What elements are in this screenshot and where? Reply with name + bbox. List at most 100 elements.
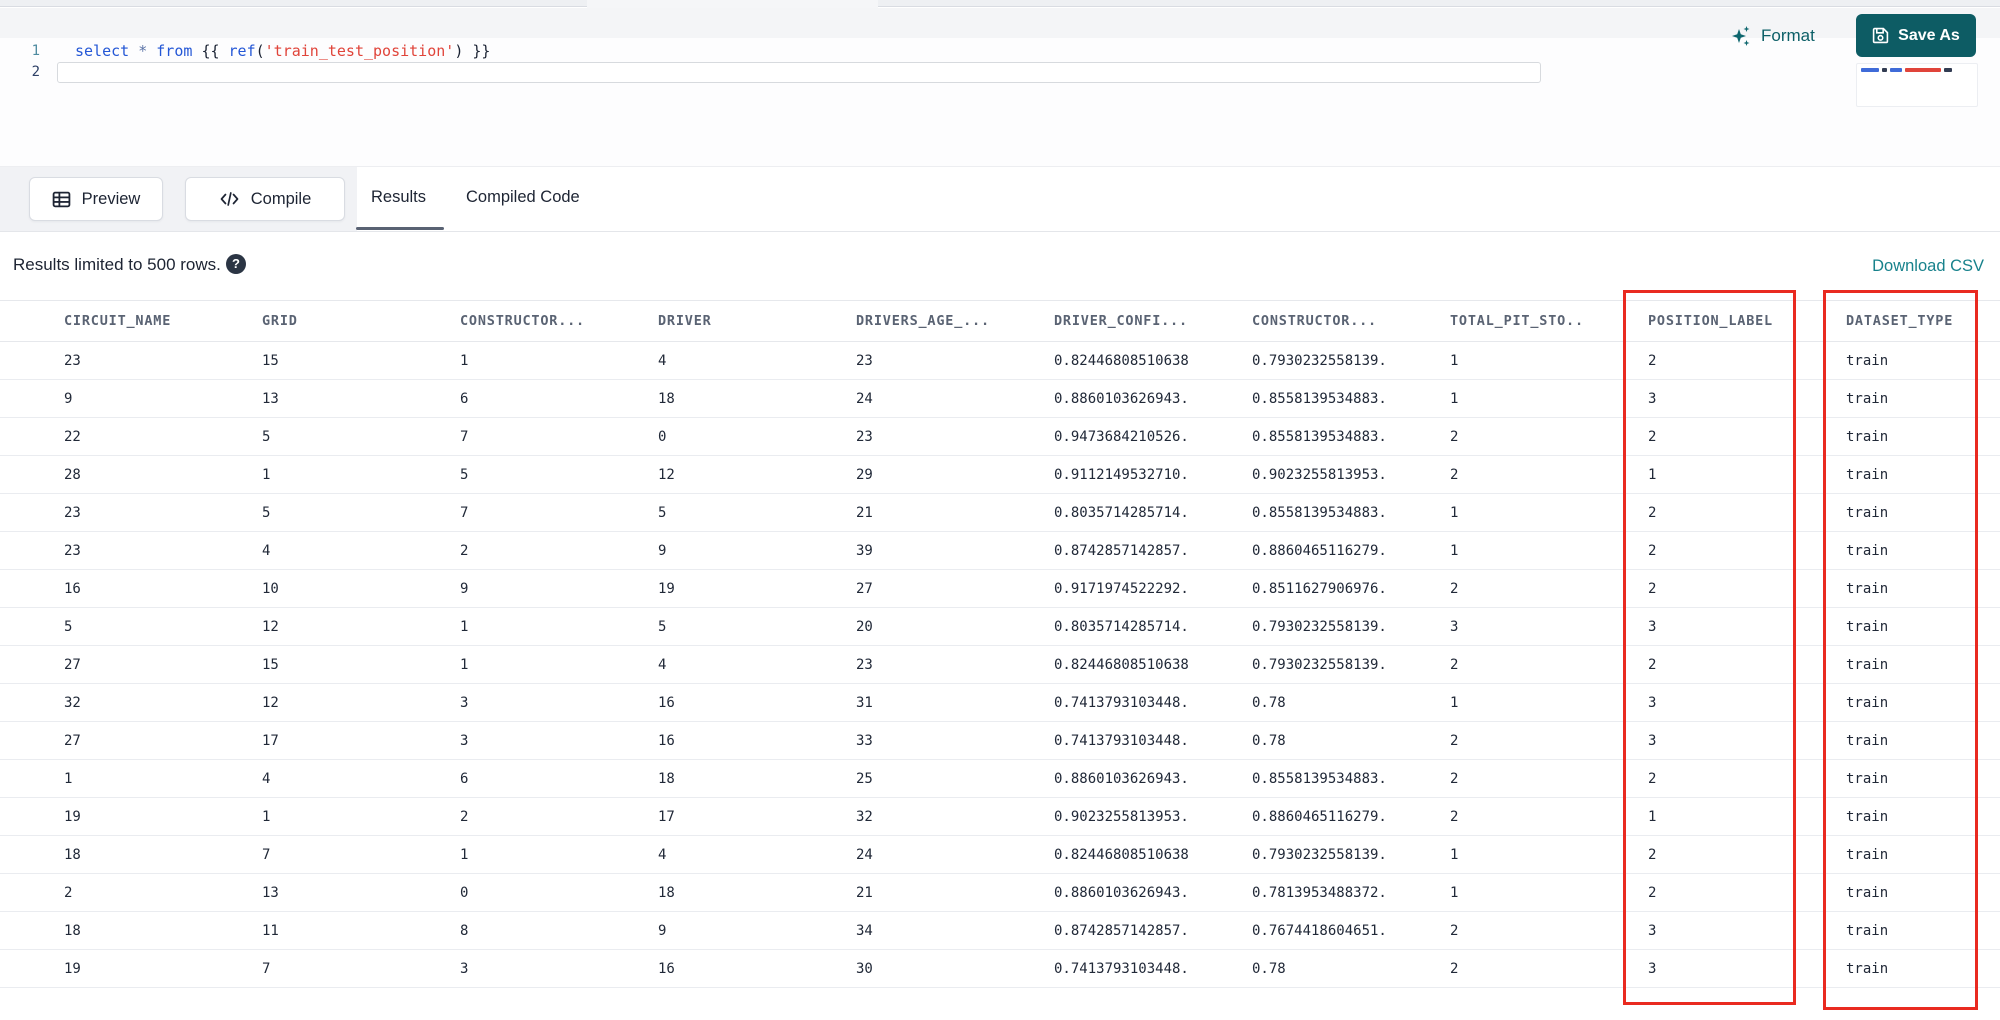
table-row: 913618240.8860103626943...0.855813953488…: [0, 379, 2000, 418]
table-cell: 4: [198, 759, 396, 798]
table-cell: 9: [594, 531, 792, 570]
jinja-open-braces: {{: [201, 42, 229, 60]
window-tab-strip: [0, 0, 2000, 8]
editor-toolbar-band: [0, 8, 2000, 38]
table-cell: 23: [0, 531, 198, 570]
table-cell: 1: [1386, 341, 1584, 380]
table-cell: 20: [792, 607, 990, 646]
table-grid-icon: [52, 190, 71, 209]
table-cell: 2: [0, 873, 198, 912]
table-cell: 1: [198, 797, 396, 836]
table-cell: 4: [594, 341, 792, 380]
model-name-string: 'train_test_position': [264, 42, 455, 60]
code-brackets-icon: [219, 190, 240, 208]
table-cell: 3: [1584, 721, 1782, 760]
table-cell: 0.8860465116279...: [1188, 531, 1386, 570]
table-cell: 13: [198, 379, 396, 418]
table-cell: 0.7413793103448...: [990, 721, 1188, 760]
table-cell: 0.78: [1188, 721, 1386, 760]
table-cell: 4: [198, 531, 396, 570]
table-cell: 1: [1584, 797, 1782, 836]
format-button[interactable]: Format: [1731, 21, 1815, 51]
table-cell: train: [1782, 569, 2000, 608]
table-cell: 2: [1584, 417, 1782, 456]
table-cell: 11: [198, 911, 396, 950]
preview-button[interactable]: Preview: [29, 177, 163, 221]
table-cell: 24: [792, 835, 990, 874]
code-line-1[interactable]: select * from {{ ref('train_test_positio…: [75, 41, 490, 61]
table-cell: 0.8558139534883...: [1188, 493, 1386, 532]
table-cell: 2: [1386, 721, 1584, 760]
table-cell: 0.8035714285714...: [990, 607, 1188, 646]
table-cell: 3: [396, 683, 594, 722]
table-cell: 12: [198, 683, 396, 722]
results-info-bar: Results limited to 500 rows. ? Download …: [0, 232, 2000, 300]
format-label: Format: [1761, 26, 1815, 45]
tab-compiled-code[interactable]: Compiled Code: [466, 188, 580, 207]
table-cell: 8: [396, 911, 594, 950]
table-cell: 18: [594, 759, 792, 798]
table-cell: 3: [1584, 683, 1782, 722]
table-cell: 18: [594, 873, 792, 912]
code-minimap[interactable]: [1856, 63, 1978, 107]
save-as-button[interactable]: Save As: [1856, 14, 1976, 57]
table-cell: 1: [1584, 455, 1782, 494]
compile-button[interactable]: Compile: [185, 177, 345, 221]
active-line-cursor-box[interactable]: [57, 62, 1541, 83]
table-cell: 2: [396, 797, 594, 836]
table-cell: 2: [1386, 417, 1584, 456]
table-cell: 4: [594, 835, 792, 874]
table-cell: 0.8860103626943...: [990, 873, 1188, 912]
table-cell: 18: [594, 379, 792, 418]
table-cell: train: [1782, 493, 2000, 532]
table-cell: 0.9023255813953...: [1188, 455, 1386, 494]
table-cell: 28: [0, 455, 198, 494]
table-cell: 19: [0, 949, 198, 988]
download-csv-link[interactable]: Download CSV: [1872, 257, 1984, 276]
table-cell: 27: [792, 569, 990, 608]
table-cell: 1: [0, 759, 198, 798]
table-cell: 1: [1386, 493, 1584, 532]
table-cell: 15: [198, 341, 396, 380]
table-cell: 19: [594, 569, 792, 608]
table-cell: 1: [1386, 531, 1584, 570]
table-cell: 0.8558139534883...: [1188, 379, 1386, 418]
results-table: CIRCUIT_NAME GRID CONSTRUCTOR... DRIVER DRIV…: [0, 300, 2000, 988]
table-cell: 0.824468085106383: [990, 341, 1188, 380]
table-cell: 0.8860103626943...: [990, 379, 1188, 418]
sql-star-operator: *: [138, 42, 157, 60]
column-header: DRIVER_CONFI...: [990, 300, 1188, 342]
table-row: 191217320.9023255813953...0.886046511627…: [0, 797, 2000, 836]
help-icon[interactable]: ?: [226, 254, 246, 274]
table-row: 181189340.8742857142857...0.767441860465…: [0, 911, 2000, 950]
table-row: 197316300.7413793103448...0.7823train: [0, 949, 2000, 988]
column-header: CIRCUIT_NAME: [0, 300, 198, 342]
table-cell: 9: [0, 379, 198, 418]
table-cell: 3: [1584, 949, 1782, 988]
column-header: CONSTRUCTOR...: [396, 300, 594, 342]
table-cell: 1: [396, 835, 594, 874]
table-cell: 2: [1584, 569, 1782, 608]
sql-editor[interactable]: Format Save As 1 2 select * from {{ ref(…: [0, 8, 2000, 166]
table-cell: 0.7674418604651...: [1188, 911, 1386, 950]
minimap-code-line: [1861, 68, 1973, 72]
results-header-row: CIRCUIT_NAME GRID CONSTRUCTOR... DRIVER DRIV…: [0, 300, 2000, 342]
table-cell: 3: [1386, 607, 1584, 646]
column-header: POSITION_LABEL: [1584, 300, 1782, 342]
table-cell: 15: [198, 645, 396, 684]
table-cell: 31: [792, 683, 990, 722]
table-cell: 21: [792, 493, 990, 532]
table-row: 22570230.9473684210526...0.8558139534883…: [0, 417, 2000, 456]
table-cell: 0.9171974522292...: [990, 569, 1188, 608]
table-cell: 7: [198, 949, 396, 988]
table-cell: train: [1782, 721, 2000, 760]
table-cell: 2: [396, 531, 594, 570]
table-cell: 3: [1584, 911, 1782, 950]
table-cell: 1: [1386, 683, 1584, 722]
table-row: 213018210.8860103626943...0.781395348837…: [0, 873, 2000, 912]
tab-results[interactable]: Results: [371, 188, 426, 207]
table-cell: 13: [198, 873, 396, 912]
table-cell: 16: [594, 721, 792, 760]
table-cell: 1: [396, 341, 594, 380]
table-cell: 3: [396, 949, 594, 988]
